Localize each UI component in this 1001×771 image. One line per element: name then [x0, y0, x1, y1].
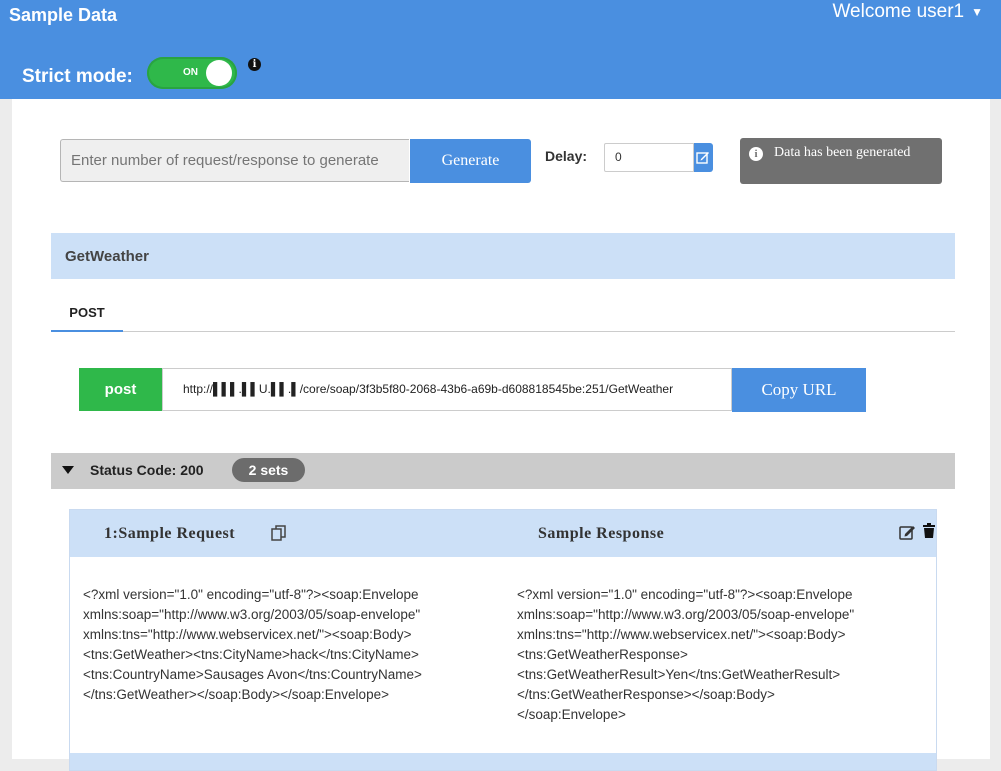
- edit-icon[interactable]: [899, 524, 916, 540]
- sample-response-title: Sample Response: [538, 525, 665, 542]
- status-code-bar[interactable]: Status Code: 200 2 sets: [51, 453, 955, 489]
- delay-input[interactable]: 0: [604, 143, 694, 172]
- strict-mode-toggle[interactable]: ON: [147, 57, 237, 89]
- sample-card-footer: [70, 753, 936, 770]
- sample-request-title: 1:Sample Request: [104, 525, 236, 542]
- delay-edit-button[interactable]: [694, 143, 713, 172]
- caret-down-icon: ▼: [971, 4, 983, 19]
- app-title: Sample Data: [9, 5, 118, 25]
- trash-icon[interactable]: [923, 523, 935, 538]
- copy-url-button[interactable]: Copy URL: [732, 368, 866, 412]
- strict-mode-label: Strict mode:: [22, 66, 133, 87]
- request-count-input[interactable]: [60, 139, 409, 182]
- status-code-label: Status Code: 200: [90, 462, 204, 478]
- operation-title: GetWeather: [65, 248, 149, 265]
- method-badge: post: [79, 368, 162, 411]
- operation-header[interactable]: GetWeather: [51, 233, 955, 279]
- tab-divider: [123, 331, 955, 332]
- sample-card: 1:Sample Request Sample Response <?xml v…: [69, 509, 937, 771]
- toggle-state-text: ON: [183, 67, 198, 78]
- delay-label: Delay:: [545, 148, 588, 164]
- sample-card-header: 1:Sample Request Sample Response: [70, 510, 936, 557]
- copy-icon[interactable]: [270, 524, 288, 542]
- toggle-knob: [206, 60, 232, 86]
- notification-toast: i Data has been generated: [740, 138, 942, 184]
- info-icon: i: [749, 147, 763, 161]
- info-icon[interactable]: i: [248, 58, 261, 71]
- sample-request-body: <?xml version="1.0" encoding="utf-8"?><s…: [83, 587, 422, 702]
- app-header: Sample Data Welcome user1 ▼ Strict mode: …: [0, 0, 1001, 99]
- sets-count-badge: 2 sets: [232, 458, 305, 482]
- tab-post[interactable]: POST: [51, 298, 123, 332]
- endpoint-url[interactable]: http://▌▌▌.▌▌U.▌▌.▌/core/soap/3f3b5f80-2…: [162, 368, 732, 411]
- user-menu[interactable]: Welcome user1 ▼: [832, 1, 983, 23]
- main-panel: Generate Delay: 0 i Data has been genera…: [12, 99, 990, 771]
- generate-button[interactable]: Generate: [410, 139, 531, 183]
- toast-message: Data has been generated: [774, 145, 911, 160]
- sample-response-body: <?xml version="1.0" encoding="utf-8"?><s…: [517, 587, 855, 722]
- edit-icon: [696, 152, 709, 164]
- triangle-down-icon[interactable]: [62, 466, 74, 474]
- welcome-text: Welcome user1: [832, 1, 965, 22]
